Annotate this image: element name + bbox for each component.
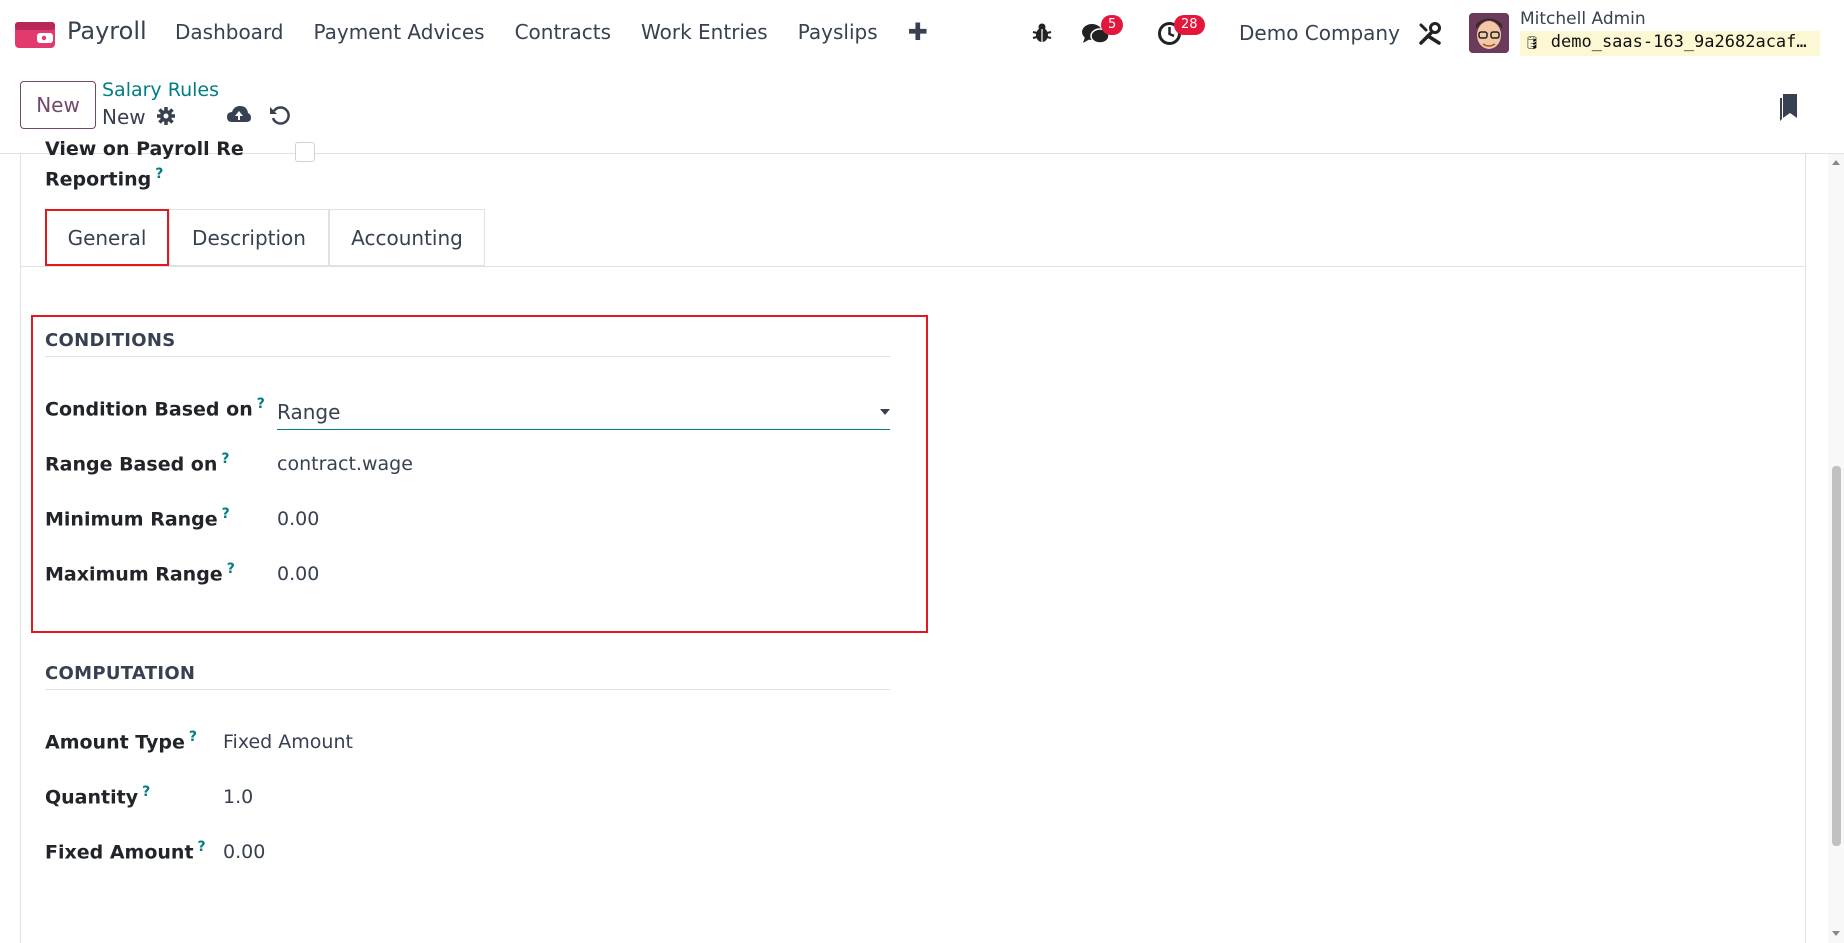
help-icon[interactable]: ?: [227, 561, 235, 577]
debug-bug-icon[interactable]: [1031, 22, 1053, 44]
help-icon[interactable]: ?: [198, 839, 206, 855]
menu-contracts[interactable]: Contracts: [515, 20, 611, 44]
database-icon: 🛢: [1524, 36, 1541, 51]
condition-based-on-label: Condition Based on?: [45, 396, 265, 420]
tab-general[interactable]: General: [45, 209, 169, 266]
quantity-field[interactable]: 1.0: [223, 786, 253, 808]
reporting-label: Reporting?: [45, 166, 163, 190]
minimum-range-field[interactable]: 0.00: [277, 508, 319, 530]
add-menu-icon[interactable]: ✚: [908, 20, 928, 44]
range-based-on-label-text: Range Based on: [45, 453, 218, 476]
form-sheet: View on Payroll Reporting Reporting? Gen…: [20, 140, 1806, 943]
messages-badge: 5: [1101, 15, 1124, 35]
amount-type-field[interactable]: Fixed Amount: [223, 731, 353, 753]
partial-field-wrapper: View on Payroll Reporting: [45, 140, 245, 160]
condition-based-on-label-text: Condition Based on: [45, 398, 253, 421]
discard-undo-icon[interactable]: [269, 104, 291, 126]
minimum-range-label-text: Minimum Range: [45, 508, 218, 531]
help-icon[interactable]: ?: [155, 166, 163, 182]
condition-based-on-select[interactable]: Range: [277, 396, 890, 430]
tabs-divider: [21, 266, 1806, 267]
scroll-down-arrow-icon[interactable]: [1832, 931, 1840, 936]
caret-down-icon: [880, 409, 890, 415]
maximum-range-label: Maximum Range?: [45, 561, 235, 585]
range-based-on-field[interactable]: contract.wage: [277, 453, 413, 475]
company-switcher[interactable]: Demo Company: [1239, 21, 1400, 45]
menu-payslips[interactable]: Payslips: [798, 20, 878, 44]
scrollbar-thumb[interactable]: [1832, 466, 1841, 846]
database-name: 🛢 demo_saas-163_9a2682acaf…: [1520, 31, 1820, 56]
computation-title: COMPUTATION: [45, 663, 196, 684]
conditions-rule: [45, 356, 890, 357]
fixed-amount-field[interactable]: 0.00: [223, 841, 265, 863]
help-icon[interactable]: ?: [189, 729, 197, 745]
quantity-label: Quantity?: [45, 784, 150, 808]
activities-badge: 28: [1174, 15, 1205, 35]
maximum-range-field[interactable]: 0.00: [277, 563, 319, 585]
database-name-text: demo_saas-163_9a2682acaf…: [1550, 32, 1807, 52]
reporting-label-text: Reporting: [45, 168, 152, 191]
menu-dashboard[interactable]: Dashboard: [175, 20, 284, 44]
user-avatar[interactable]: [1469, 13, 1509, 53]
maximum-range-label-text: Maximum Range: [45, 563, 223, 586]
minimum-range-label: Minimum Range?: [45, 506, 230, 530]
menu-work-entries[interactable]: Work Entries: [641, 20, 768, 44]
tab-description[interactable]: Description: [169, 209, 329, 266]
menu-payment-advices[interactable]: Payment Advices: [314, 20, 485, 44]
view-on-payroll-label: View on Payroll Reporting: [45, 140, 245, 160]
user-name[interactable]: Mitchell Admin: [1520, 9, 1646, 29]
breadcrumb-current: New: [102, 105, 146, 129]
settings-tools-icon[interactable]: [1418, 22, 1442, 46]
fixed-amount-label-text: Fixed Amount: [45, 841, 194, 864]
condition-based-on-value: Range: [277, 400, 341, 424]
vertical-scrollbar[interactable]: [1828, 154, 1844, 943]
help-icon[interactable]: ?: [257, 396, 265, 412]
top-menu: Dashboard Payment Advices Contracts Work…: [175, 20, 958, 44]
bookmark-icon[interactable]: [1779, 92, 1799, 122]
quantity-label-text: Quantity: [45, 786, 139, 809]
payroll-app-icon[interactable]: [15, 20, 55, 48]
amount-type-label-text: Amount Type: [45, 731, 185, 754]
control-panel: New Salary Rules New: [0, 67, 1844, 154]
view-on-payroll-checkbox[interactable]: [295, 142, 315, 162]
app-name[interactable]: Payroll: [67, 17, 147, 45]
amount-type-label: Amount Type?: [45, 729, 197, 753]
range-based-on-label: Range Based on?: [45, 451, 230, 475]
conditions-title: CONDITIONS: [45, 330, 176, 351]
help-icon[interactable]: ?: [221, 451, 229, 467]
computation-rule: [45, 689, 890, 690]
fixed-amount-label: Fixed Amount?: [45, 839, 206, 863]
help-icon[interactable]: ?: [222, 506, 230, 522]
save-cloud-icon[interactable]: [226, 104, 252, 126]
gear-icon[interactable]: [156, 106, 176, 126]
breadcrumb-salary-rules[interactable]: Salary Rules: [102, 79, 219, 101]
scroll-up-arrow-icon[interactable]: [1832, 160, 1840, 165]
help-icon[interactable]: ?: [142, 784, 150, 800]
new-button[interactable]: New: [20, 81, 96, 129]
tab-accounting[interactable]: Accounting: [329, 209, 485, 266]
main-navbar: Payroll Dashboard Payment Advices Contra…: [0, 0, 1844, 67]
